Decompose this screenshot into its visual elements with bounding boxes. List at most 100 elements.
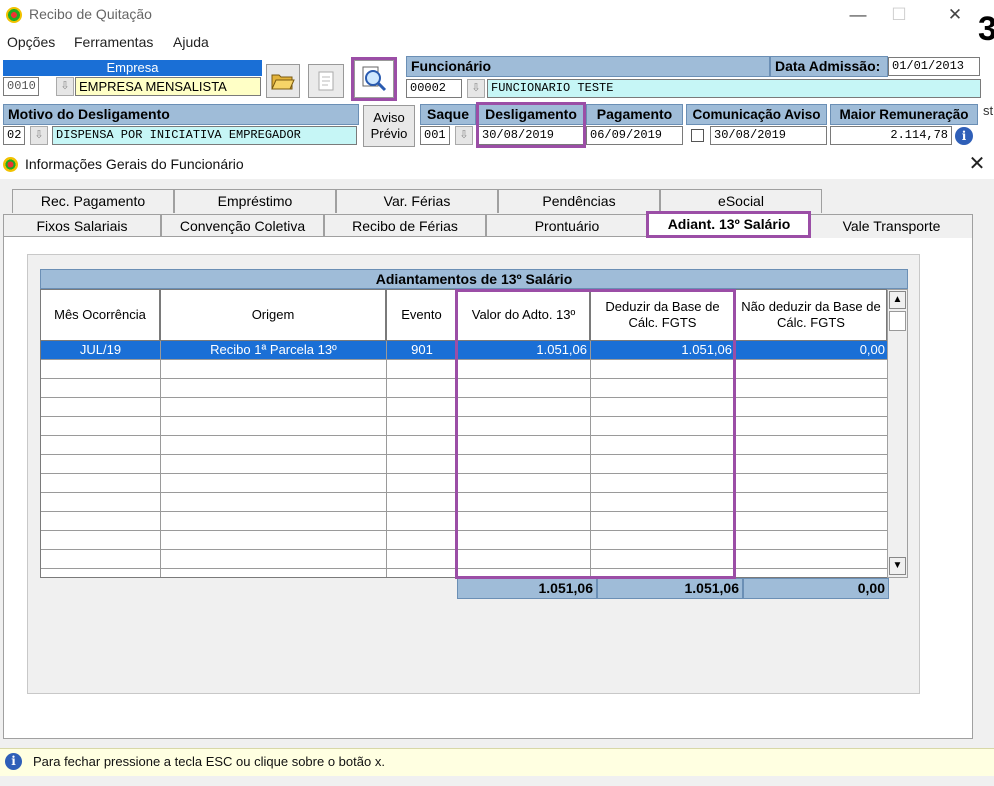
tab-adiant-13-salario[interactable]: Adiant. 13º Salário <box>648 212 810 238</box>
maximize-button[interactable]: ☐ <box>876 2 922 28</box>
menu-opcoes[interactable]: Opções <box>7 34 55 50</box>
table-cell-empty <box>458 550 591 569</box>
table-cell-empty <box>591 417 736 436</box>
grid-scrollbar[interactable]: ▲ ▼ <box>887 289 908 578</box>
table-cell-empty <box>387 417 458 436</box>
aviso-previo-button[interactable]: Aviso Prévio <box>363 105 415 147</box>
empresa-code-field[interactable]: 0010 <box>3 77 39 96</box>
table-row-empty[interactable] <box>41 474 887 493</box>
table-cell-empty <box>591 436 736 455</box>
table-cell-empty <box>41 455 161 474</box>
saque-lookup-button[interactable]: ⇩ <box>455 126 473 145</box>
table-row-empty[interactable] <box>41 398 887 417</box>
scroll-up-button[interactable]: ▲ <box>889 291 906 309</box>
table-cell-empty <box>161 417 387 436</box>
tab-prontuario[interactable]: Prontuário <box>486 214 648 238</box>
pagamento-field[interactable]: 06/09/2019 <box>586 126 683 145</box>
magnifier-icon <box>362 66 387 92</box>
table-cell-empty <box>387 474 458 493</box>
table-row-empty[interactable] <box>41 531 887 550</box>
table-cell-empty <box>387 379 458 398</box>
col-deduzir-fgts[interactable]: Deduzir da Base de Cálc. FGTS <box>590 289 735 341</box>
table-cell-empty <box>591 474 736 493</box>
table-row-empty[interactable] <box>41 512 887 531</box>
table-cell-empty <box>387 398 458 417</box>
close-window-button[interactable]: ✕ <box>932 2 978 28</box>
tab-var-ferias[interactable]: Var. Férias <box>336 189 498 213</box>
admissao-field[interactable]: 01/01/2013 <box>888 57 980 76</box>
empresa-lookup-button[interactable]: ⇩ <box>56 77 74 96</box>
cell-origem: Recibo 1ª Parcela 13º <box>161 341 387 360</box>
maior-remuneracao-field[interactable]: 2.114,78 <box>830 126 952 145</box>
col-valor-adto-13[interactable]: Valor do Adto. 13º <box>457 289 590 341</box>
table-cell-empty <box>161 550 387 569</box>
tab-rec-pagamento[interactable]: Rec. Pagamento <box>12 189 174 213</box>
info-icon[interactable]: i <box>955 127 973 145</box>
report-button[interactable] <box>308 64 344 98</box>
table-cell-empty <box>41 379 161 398</box>
col-nao-deduzir-fgts[interactable]: Não deduzir da Base de Cálc. FGTS <box>735 289 887 341</box>
table-row-empty[interactable] <box>41 455 887 474</box>
scroll-thumb[interactable] <box>889 311 906 331</box>
table-row-empty[interactable] <box>41 569 887 577</box>
table-cell-empty <box>736 531 887 550</box>
motivo-lookup-button[interactable]: ⇩ <box>30 126 48 145</box>
table-cell-empty <box>161 398 387 417</box>
maior-remuneracao-label: Maior Remuneração <box>830 104 978 125</box>
col-mes-ocorrencia[interactable]: Mês Ocorrência <box>40 289 160 341</box>
table-cell-empty <box>161 531 387 550</box>
table-row-empty[interactable] <box>41 493 887 512</box>
cell-deduzir: 1.051,06 <box>591 341 736 360</box>
table-row-empty[interactable] <box>41 550 887 569</box>
tab-recibo-de-ferias[interactable]: Recibo de Férias <box>324 214 486 238</box>
empresa-label: Empresa <box>3 60 262 76</box>
table-row-empty[interactable] <box>41 417 887 436</box>
table-cell-empty <box>387 436 458 455</box>
table-cell-empty <box>458 398 591 417</box>
table-row[interactable]: JUL/19 Recibo 1ª Parcela 13º 901 1.051,0… <box>41 341 887 360</box>
aviso-previo-line2: Prévio <box>370 126 408 141</box>
table-cell-empty <box>41 398 161 417</box>
view-details-button[interactable] <box>354 60 394 98</box>
menu-ferramentas[interactable]: Ferramentas <box>74 34 153 50</box>
table-cell-empty <box>387 569 458 577</box>
minimize-button[interactable]: — <box>835 2 881 28</box>
desligamento-field[interactable]: 30/08/2019 <box>478 126 584 145</box>
tab-vale-transporte[interactable]: Vale Transporte <box>810 214 973 238</box>
tab-emprestimo[interactable]: Empréstimo <box>174 189 336 213</box>
table-cell-empty <box>591 493 736 512</box>
empresa-name-field[interactable]: EMPRESA MENSALISTA <box>75 77 261 96</box>
open-folder-button[interactable] <box>266 64 300 98</box>
table-cell-empty <box>458 455 591 474</box>
col-origem[interactable]: Origem <box>160 289 386 341</box>
cell-mes: JUL/19 <box>41 341 161 360</box>
table-cell-empty <box>161 379 387 398</box>
table-cell-empty <box>41 436 161 455</box>
funcionario-lookup-button[interactable]: ⇩ <box>467 79 485 98</box>
desligamento-label: Desligamento <box>478 104 584 125</box>
tab-fixos-salariais[interactable]: Fixos Salariais <box>3 214 161 238</box>
scroll-down-button[interactable]: ▼ <box>889 557 906 575</box>
col-evento[interactable]: Evento <box>386 289 457 341</box>
table-cell-empty <box>161 569 387 577</box>
dialog-close-button[interactable]: ✕ <box>962 151 992 177</box>
menu-ajuda[interactable]: Ajuda <box>173 34 209 50</box>
tab-esocial[interactable]: eSocial <box>660 189 822 213</box>
comunicacao-field[interactable]: 30/08/2019 <box>710 126 827 145</box>
tab-pendencias[interactable]: Pendências <box>498 189 660 213</box>
motivo-field[interactable]: DISPENSA POR INICIATIVA EMPREGADOR <box>52 126 357 145</box>
pagamento-label: Pagamento <box>586 104 683 125</box>
tab-convencao-coletiva[interactable]: Convenção Coletiva <box>161 214 324 238</box>
table-cell-empty <box>458 474 591 493</box>
comunicacao-checkbox[interactable] <box>691 129 704 142</box>
table-cell-empty <box>736 360 887 379</box>
motivo-code-field[interactable]: 02 <box>3 126 25 145</box>
table-row-empty[interactable] <box>41 436 887 455</box>
funcionario-code-field[interactable]: 00002 <box>406 79 462 98</box>
table-row-empty[interactable] <box>41 360 887 379</box>
cell-nao-deduzir: 0,00 <box>736 341 887 360</box>
table-row-empty[interactable] <box>41 379 887 398</box>
saque-field[interactable]: 001 <box>420 126 450 145</box>
funcionario-name-field[interactable]: FUNCIONARIO TESTE <box>487 79 981 98</box>
table-cell-empty <box>591 398 736 417</box>
